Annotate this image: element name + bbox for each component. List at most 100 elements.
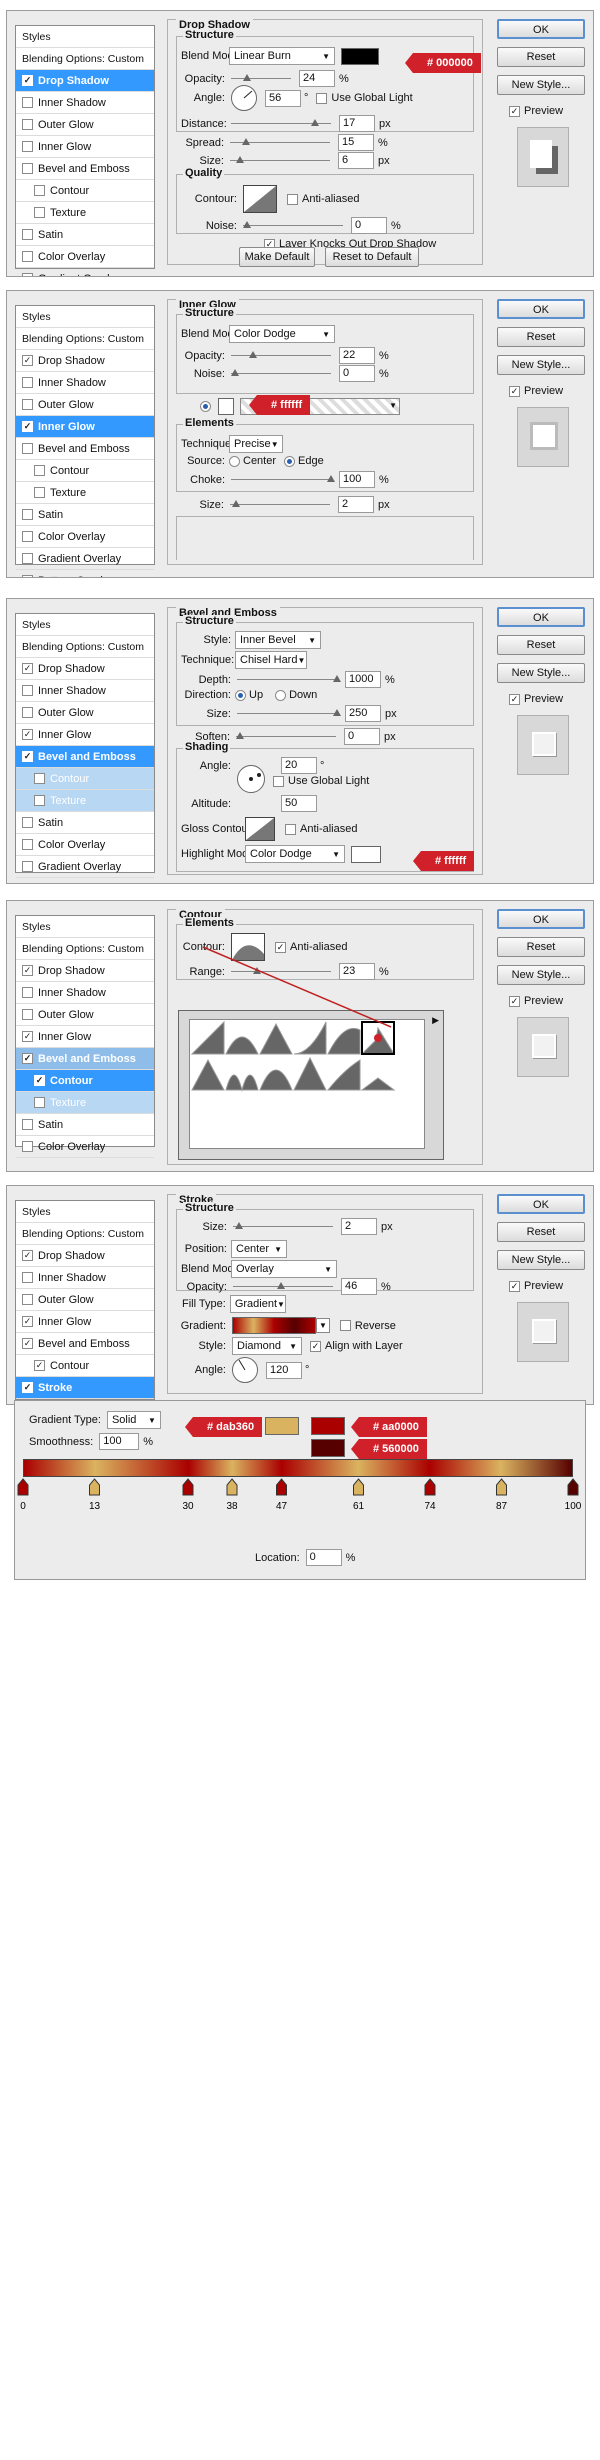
color-stop-marker[interactable]: [353, 1478, 364, 1496]
technique-select[interactable]: Precise ▼: [229, 435, 283, 453]
style-texture[interactable]: Texture: [16, 790, 154, 812]
style-select[interactable]: Inner Bevel ▼: [235, 631, 321, 649]
size-slider[interactable]: [233, 1222, 333, 1229]
style-satin[interactable]: Satin: [16, 504, 154, 526]
blending-options[interactable]: Blending Options: Custom: [16, 328, 154, 350]
color-stop-marker[interactable]: [17, 1478, 29, 1496]
blending-options[interactable]: Blending Options: Custom: [16, 1223, 154, 1245]
style-contour[interactable]: Contour: [16, 180, 154, 202]
style-inner-shadow[interactable]: Inner Shadow: [16, 1267, 154, 1289]
style-inner-glow[interactable]: Inner Glow: [16, 136, 154, 158]
size-slider[interactable]: [230, 156, 330, 163]
reset-default-button[interactable]: Reset to Default: [325, 247, 419, 267]
preview-checkbox[interactable]: ✓: [509, 693, 520, 705]
style-outer-glow[interactable]: Outer Glow: [16, 114, 154, 136]
size-input[interactable]: 6: [338, 152, 374, 169]
stop-color-swatch-3[interactable]: [311, 1439, 345, 1457]
style-contour[interactable]: Contour: [16, 768, 154, 790]
smoothness-input[interactable]: 100: [99, 1433, 140, 1450]
opacity-input[interactable]: 22: [339, 347, 375, 364]
gradient-type-select[interactable]: Solid ▼: [106, 1411, 161, 1429]
style-bevel-emboss[interactable]: ✓ Bevel and Emboss: [16, 1333, 154, 1355]
up-radio[interactable]: [235, 689, 246, 701]
align-layer-checkbox[interactable]: ✓: [310, 1340, 321, 1352]
gradient-stops[interactable]: 0 13 30 38 47 61 74 87 100: [15, 1477, 587, 1537]
angle-dial[interactable]: [231, 85, 257, 111]
blend-mode-select[interactable]: Overlay ▼: [231, 1260, 337, 1278]
reverse-checkbox[interactable]: [339, 1320, 351, 1331]
reset-button[interactable]: Reset: [497, 327, 585, 347]
style-bevel-emboss[interactable]: ✓ Bevel and Emboss: [16, 746, 154, 768]
new-style-button[interactable]: New Style...: [497, 355, 585, 375]
blending-options[interactable]: Blending Options: Custom: [16, 636, 154, 658]
new-style-button[interactable]: New Style...: [497, 663, 585, 683]
anti-alias-checkbox[interactable]: [287, 193, 298, 205]
style-drop-shadow[interactable]: ✓ Drop Shadow: [16, 1245, 154, 1267]
noise-input[interactable]: 0: [339, 365, 375, 382]
color-stop-marker[interactable]: [182, 1478, 194, 1496]
location-input[interactable]: 0: [305, 1549, 342, 1566]
altitude-input[interactable]: 50: [281, 795, 317, 812]
ok-button[interactable]: OK: [497, 1194, 585, 1214]
make-default-button[interactable]: Make Default: [239, 247, 315, 267]
preview-checkbox[interactable]: ✓: [509, 385, 520, 397]
edge-radio[interactable]: [284, 455, 296, 467]
blend-mode-select[interactable]: Linear Burn ▼: [229, 47, 335, 65]
style-color-overlay[interactable]: Color Overlay: [16, 526, 154, 548]
stop-color-swatch-1[interactable]: [265, 1417, 299, 1435]
ok-button[interactable]: OK: [497, 607, 585, 627]
preview-checkbox[interactable]: ✓: [509, 995, 520, 1007]
style-inner-shadow[interactable]: Inner Shadow: [16, 92, 154, 114]
angle-input[interactable]: 56: [265, 89, 301, 107]
style-outer-glow[interactable]: Outer Glow: [16, 702, 154, 724]
fill-type-select[interactable]: Gradient ▼: [229, 1295, 286, 1313]
opacity-slider[interactable]: [233, 1282, 333, 1289]
style-inner-glow[interactable]: ✓ Inner Glow: [16, 416, 154, 438]
color-stop-marker[interactable]: [89, 1478, 100, 1496]
technique-select[interactable]: Chisel Hard ▼: [235, 651, 307, 669]
style-gradient-overlay[interactable]: Gradient Overlay: [16, 856, 154, 878]
blend-mode-select[interactable]: Color Dodge ▼: [229, 325, 335, 343]
color-stop-marker[interactable]: [567, 1478, 579, 1496]
new-style-button[interactable]: New Style...: [497, 1250, 585, 1270]
style-color-overlay[interactable]: Color Overlay: [16, 246, 154, 268]
style-drop-shadow[interactable]: ✓ Drop Shadow: [16, 70, 154, 92]
noise-slider[interactable]: [243, 221, 343, 228]
noise-slider[interactable]: [231, 369, 331, 376]
style-drop-shadow[interactable]: ✓ Drop Shadow: [16, 350, 154, 372]
soften-input[interactable]: 0: [344, 728, 380, 745]
style-contour[interactable]: Contour: [16, 460, 154, 482]
size-input[interactable]: 2: [341, 1218, 377, 1235]
reset-button[interactable]: Reset: [497, 1222, 585, 1242]
style-inner-glow[interactable]: ✓ Inner Glow: [16, 1311, 154, 1333]
new-style-button[interactable]: New Style...: [497, 75, 585, 95]
ok-button[interactable]: OK: [497, 909, 585, 929]
color-stop-marker[interactable]: [424, 1478, 436, 1496]
style-satin[interactable]: Satin: [16, 812, 154, 834]
contour-picker[interactable]: [243, 185, 277, 213]
angle-dial[interactable]: [237, 765, 265, 793]
preview-checkbox[interactable]: ✓: [509, 105, 520, 117]
style-drop-shadow[interactable]: ✓ Drop Shadow: [16, 658, 154, 680]
distance-slider[interactable]: [231, 119, 331, 126]
opacity-slider[interactable]: [231, 351, 331, 358]
angle-input[interactable]: 120: [266, 1361, 302, 1379]
down-radio[interactable]: [275, 689, 287, 701]
style-texture[interactable]: Texture: [16, 482, 154, 504]
color-stop-marker[interactable]: [276, 1478, 287, 1496]
reset-button[interactable]: Reset: [497, 937, 585, 957]
global-light-checkbox[interactable]: [316, 92, 328, 104]
new-style-button[interactable]: New Style...: [497, 965, 585, 985]
choke-input[interactable]: 100: [339, 471, 375, 488]
depth-slider[interactable]: [237, 675, 341, 682]
angle-input[interactable]: 20: [281, 757, 317, 774]
soften-slider[interactable]: [236, 732, 336, 739]
opacity-input[interactable]: 46: [341, 1278, 377, 1295]
size-slider[interactable]: [237, 709, 341, 716]
style-inner-glow[interactable]: ✓ Inner Glow: [16, 724, 154, 746]
reset-button[interactable]: Reset: [497, 47, 585, 67]
style-texture[interactable]: Texture: [16, 202, 154, 224]
style-gradient-overlay[interactable]: Gradient Overlay: [16, 548, 154, 570]
gradient-picker[interactable]: [232, 1317, 316, 1334]
size-input[interactable]: 2: [338, 496, 374, 513]
